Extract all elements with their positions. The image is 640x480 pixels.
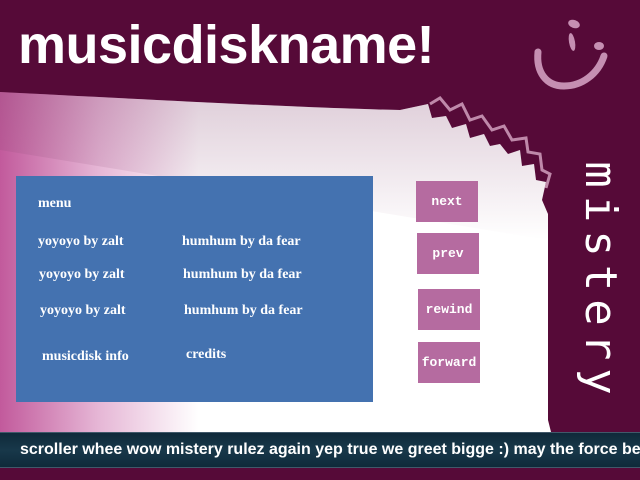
menu-heading: menu [38,196,72,211]
prev-button[interactable]: prev [417,233,479,274]
musicdisk-info-link[interactable]: musicdisk info [42,349,129,365]
musicdisk-screen: musicdiskname! mistery menu yoyoyo by za… [0,0,640,480]
page-title: musicdiskname! [18,15,435,75]
rewind-button[interactable]: rewind [418,289,480,330]
credits-link[interactable]: credits [186,347,226,363]
scroller-bar: scroller whee wow mistery rulez again ye… [0,432,640,468]
menu-panel: menu yoyoyo by zalt humhum by da fear yo… [16,176,373,402]
track-link-left-3[interactable]: yoyoyo by zalt [40,303,126,319]
scroller-text: scroller whee wow mistery rulez again ye… [20,441,640,458]
next-button[interactable]: next [416,181,478,222]
track-link-right-2[interactable]: humhum by da fear [183,267,302,283]
forward-button[interactable]: forward [418,342,480,383]
track-link-left-1[interactable]: yoyoyo by zalt [38,234,124,250]
smiley-face-icon [534,19,608,90]
track-link-left-2[interactable]: yoyoyo by zalt [39,267,125,283]
track-link-right-3[interactable]: humhum by da fear [184,303,303,319]
track-link-right-1[interactable]: humhum by da fear [182,234,301,250]
side-label: mistery [575,161,626,403]
